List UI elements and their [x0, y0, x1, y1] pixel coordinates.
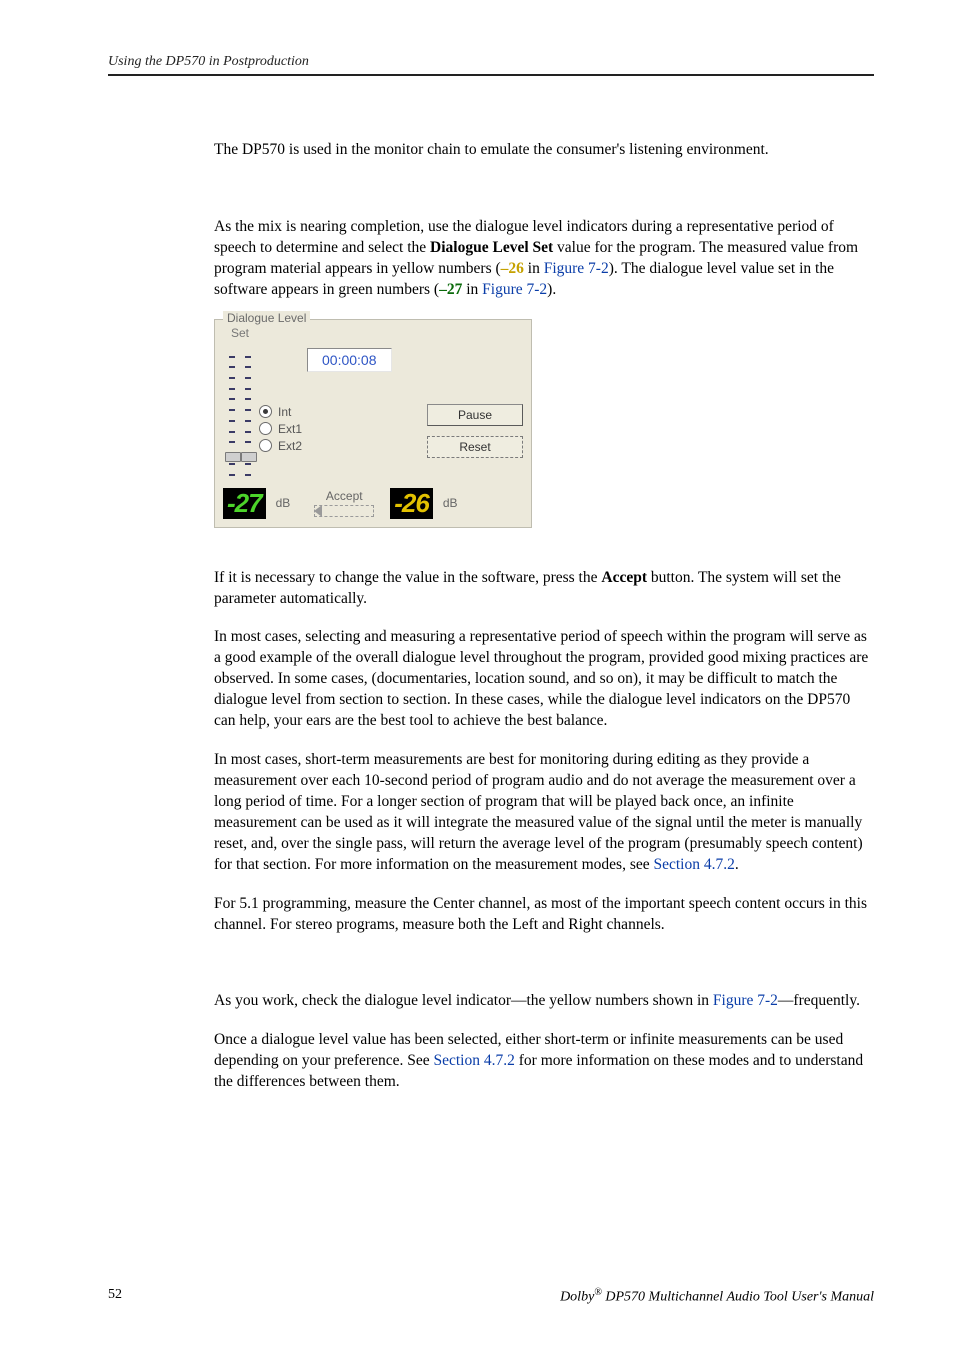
radio-ext2[interactable]: Ext2 — [259, 439, 302, 453]
radio-int[interactable]: Int — [259, 405, 302, 419]
slider-handle[interactable] — [225, 452, 241, 462]
paragraph-dialogue-level: As the mix is nearing completion, use th… — [214, 217, 874, 301]
set-label: Set — [231, 326, 523, 340]
text: If it is necessary to change the value i… — [214, 569, 601, 586]
set-value-display: -27 — [223, 488, 266, 519]
section-ref: Section 4.7.2 — [653, 856, 734, 873]
level-meters — [223, 342, 253, 482]
radio-icon — [259, 422, 272, 435]
paragraph-representative: In most cases, selecting and measuring a… — [214, 627, 874, 732]
value-green: –27 — [439, 281, 462, 298]
text: in — [462, 281, 482, 298]
text: —frequently. — [778, 992, 860, 1009]
radio-icon — [259, 439, 272, 452]
radio-label: Ext1 — [278, 422, 302, 436]
page-number: 52 — [108, 1287, 122, 1306]
radio-label: Int — [278, 405, 291, 419]
figure-ref: Figure 7-2 — [482, 281, 547, 298]
term-accept: Accept — [601, 569, 647, 586]
text: As you work, check the dialogue level in… — [214, 992, 713, 1009]
pause-button[interactable]: Pause — [427, 404, 523, 426]
running-head: Using the DP570 in Postproduction — [108, 54, 874, 76]
slider-handle[interactable] — [241, 452, 257, 462]
radio-icon — [259, 405, 272, 418]
level-meter[interactable] — [245, 356, 251, 476]
timer-readout: 00:00:08 — [307, 348, 392, 372]
paragraph-intro: The DP570 is used in the monitor chain t… — [214, 140, 874, 161]
text: In most cases, short-term measurements a… — [214, 751, 863, 873]
value-yellow: –26 — [501, 260, 524, 277]
source-radio-group: Int Ext1 Ext2 — [259, 402, 302, 458]
accept-label: Accept — [326, 489, 363, 503]
figure-ref: Figure 7-2 — [713, 992, 778, 1009]
groupbox-title: Dialogue Level — [223, 311, 310, 325]
text: Dolby — [560, 1290, 594, 1305]
text: ). — [547, 281, 556, 298]
db-label: dB — [443, 496, 458, 510]
text: DP570 Multichannel Audio Tool User's Man… — [602, 1290, 874, 1305]
reset-button[interactable]: Reset — [427, 436, 523, 458]
paragraph-shortterm: In most cases, short-term measurements a… — [214, 750, 874, 876]
accept-button[interactable]: Accept — [314, 489, 374, 517]
page-footer: 52 Dolby® DP570 Multichannel Audio Tool … — [108, 1287, 874, 1306]
section-ref: Section 4.7.2 — [434, 1052, 515, 1069]
db-label: dB — [276, 496, 291, 510]
paragraph-once-selected: Once a dialogue level value has been sel… — [214, 1030, 874, 1093]
figure-dialogue-level: Dialogue Level Set 00:00:08 — [214, 319, 532, 528]
arrow-left-icon — [314, 505, 374, 517]
text: in — [524, 260, 544, 277]
level-meter[interactable] — [229, 356, 235, 476]
text: . — [735, 856, 739, 873]
radio-label: Ext2 — [278, 439, 302, 453]
measured-value-display: -26 — [390, 488, 433, 519]
registered-icon: ® — [594, 1287, 602, 1298]
paragraph-check-indicator: As you work, check the dialogue level in… — [214, 991, 874, 1012]
radio-ext1[interactable]: Ext1 — [259, 422, 302, 436]
figure-ref: Figure 7-2 — [544, 260, 609, 277]
paragraph-center-channel: For 5.1 programming, measure the Center … — [214, 894, 874, 936]
book-title: Dolby® DP570 Multichannel Audio Tool Use… — [560, 1287, 874, 1306]
paragraph-accept: If it is necessary to change the value i… — [214, 568, 874, 610]
term-dialogue-level-set: Dialogue Level Set — [430, 239, 553, 256]
